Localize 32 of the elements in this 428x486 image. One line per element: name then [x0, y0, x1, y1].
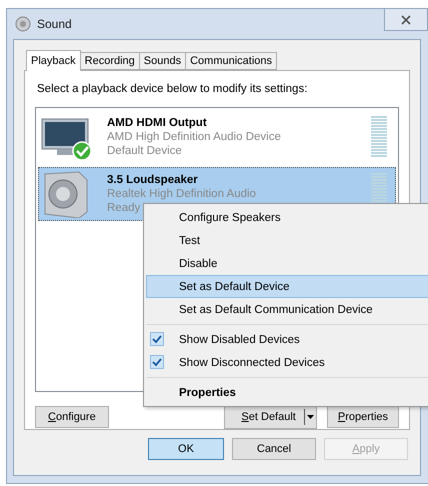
tab[interactable]: Recording	[80, 52, 140, 70]
caret-icon	[306, 415, 314, 419]
dropdown-arrow-button[interactable]	[304, 409, 316, 425]
close-icon	[401, 14, 411, 24]
menu-item[interactable]: Show Disconnected Devices	[146, 351, 428, 374]
dialog-button[interactable]: Cancel	[232, 438, 316, 460]
device-status: Ready	[107, 201, 142, 216]
device-name: 3.5 Loudspeaker	[107, 173, 199, 188]
monitor-icon	[41, 118, 89, 156]
window-title: Sound	[37, 17, 72, 31]
set-default-main[interactable]: Set Default	[225, 406, 304, 428]
device-driver: Realtek High Definition Audio	[107, 187, 257, 202]
menu-item[interactable]: Set as Default Communication Device	[146, 298, 428, 321]
menu-item[interactable]: Disable	[146, 252, 428, 275]
menu-item[interactable]: Test	[146, 229, 428, 252]
dialog-button[interactable]: OK	[148, 438, 224, 460]
device-item[interactable]: AMD HDMI Output AMD High Definition Audio Device Default Device	[38, 110, 396, 164]
tab[interactable]: Communications	[185, 52, 278, 70]
level-meter	[371, 116, 387, 158]
tab[interactable]: Sounds	[138, 52, 186, 70]
menu-item[interactable]: Set as Default Device	[146, 275, 428, 298]
close-button[interactable]	[384, 9, 428, 31]
menu-item[interactable]: Show Disabled Devices	[146, 328, 428, 351]
menu-item[interactable]: Properties	[146, 381, 428, 404]
device-status: Default Device	[107, 144, 183, 158]
instruction-text: Select a playback device below to modify its settings:	[37, 83, 308, 96]
properties-button[interactable]: Properties	[326, 406, 399, 428]
device-driver: AMD High Definition Audio Device	[107, 130, 282, 144]
set-default-button[interactable]: Set Default	[224, 405, 317, 429]
device-name: AMD HDMI Output	[107, 116, 208, 130]
tab[interactable]: Playback	[26, 50, 81, 71]
configure-button[interactable]: Configure	[35, 406, 109, 428]
